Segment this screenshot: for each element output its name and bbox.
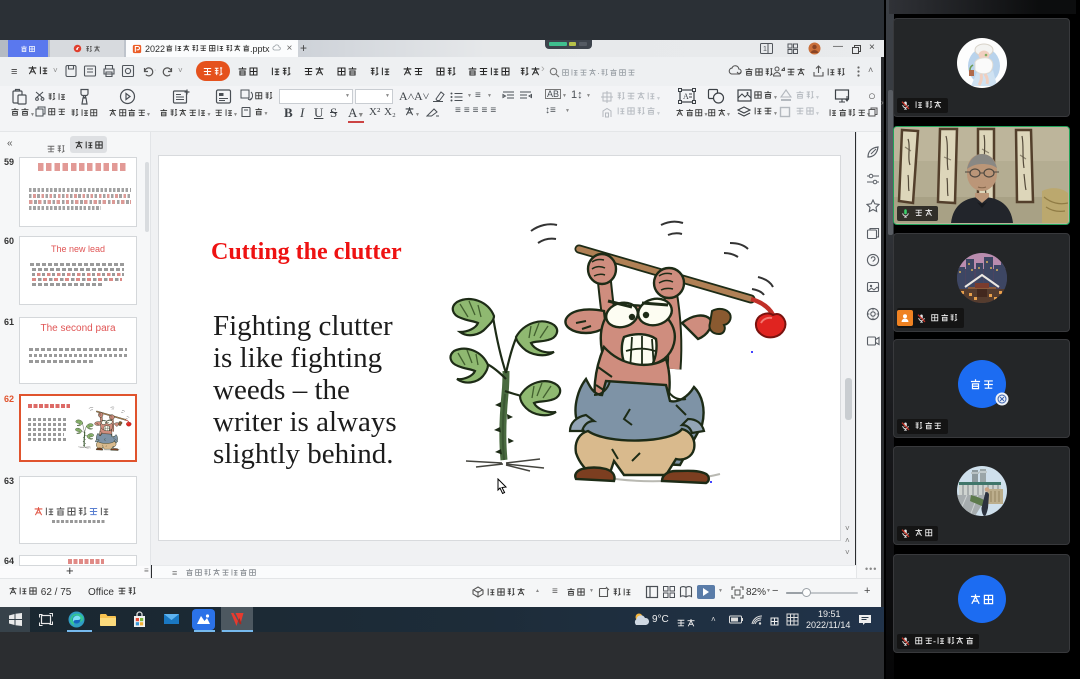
svg-text:1: 1 bbox=[763, 46, 767, 53]
svg-text:A: A bbox=[683, 92, 689, 101]
